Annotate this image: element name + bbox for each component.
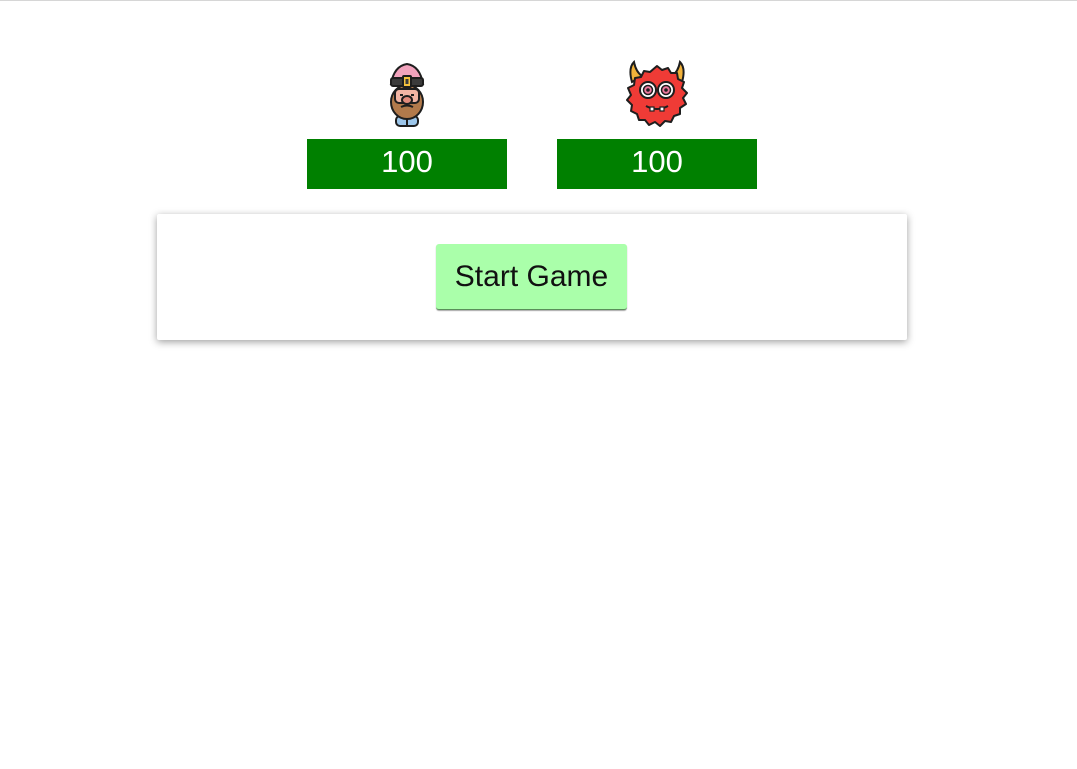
monster-panel: 100 [557, 60, 757, 189]
red-monster-icon [626, 60, 688, 127]
player-health-bar: 100 [307, 139, 507, 189]
gnome-player-icon [389, 62, 425, 127]
player-health-value: 100 [381, 144, 433, 179]
top-divider [0, 0, 1077, 1]
controls-panel: Start Game [157, 214, 907, 340]
monster-health-value: 100 [631, 144, 683, 179]
monster-health-bar: 100 [557, 139, 757, 189]
start-game-button[interactable]: Start Game [436, 244, 627, 310]
player-panel: 100 [307, 60, 507, 189]
